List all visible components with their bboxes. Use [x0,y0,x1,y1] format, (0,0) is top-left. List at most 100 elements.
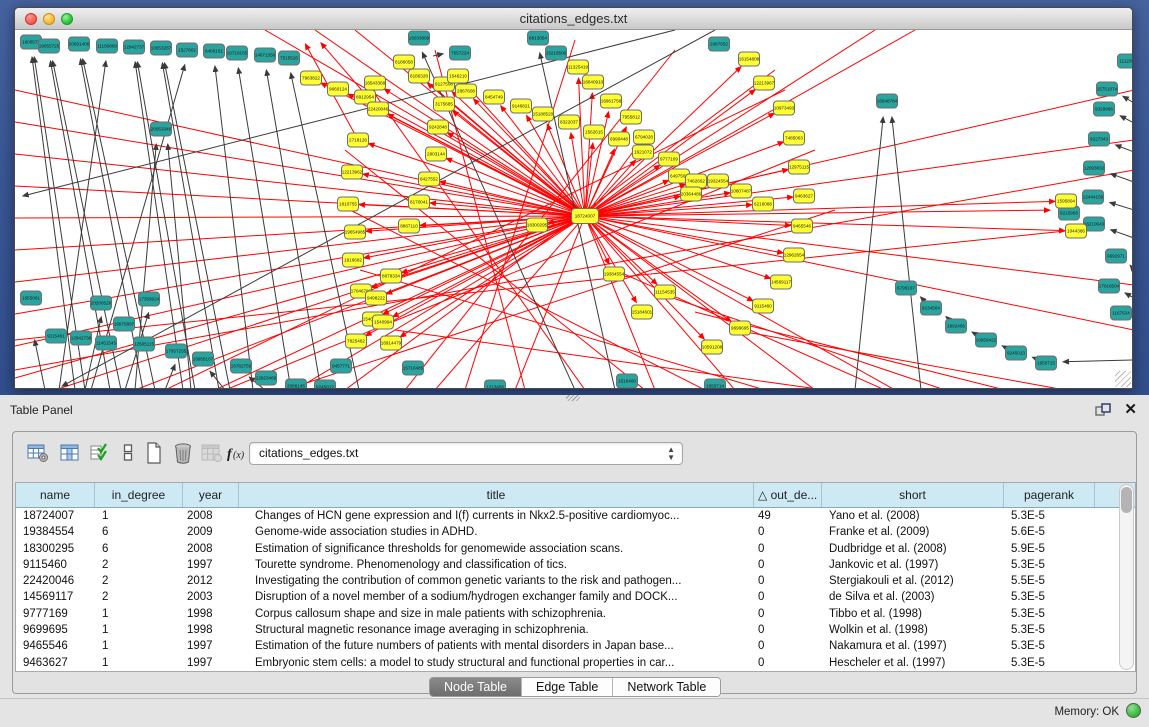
graph-node[interactable]: 1595804 [1056,194,1077,208]
graph-node[interactable]: 20364486 [681,187,702,201]
graph-node[interactable]: 17016504 [1099,279,1120,293]
graph-node[interactable]: 1655061 [21,291,42,305]
table-row[interactable]: 911546021997Tourette syndrome. Phenomeno… [16,557,1135,573]
graph-node[interactable]: 12923468 [256,371,277,385]
delete-trash-button[interactable] [170,440,196,466]
new-document-button[interactable] [141,440,167,466]
table-row[interactable]: 969969511998Structural magnetic resonanc… [16,622,1135,638]
graph-node[interactable]: 9457771 [331,359,352,373]
graph-node[interactable]: 9146821 [511,99,532,113]
graph-node[interactable]: 1546210 [448,69,469,83]
graph-node[interactable]: 12942738 [71,331,92,345]
graph-node[interactable]: 1518460 [617,374,638,388]
graph-node[interactable]: 7963822 [301,71,322,85]
graph-node[interactable]: 15188520 [533,107,554,121]
graph-node[interactable]: 9498222 [366,291,387,305]
graph-node[interactable]: 9245012 [315,380,336,388]
graph-node[interactable]: 10719155 [227,46,248,60]
table-selector-dropdown[interactable]: citations_edges.txt ▲▼ [249,442,683,465]
window-resize-grip[interactable] [1115,371,1131,387]
graph-node[interactable]: 8186058 [394,55,415,69]
graph-node[interactable]: 7955812 [621,110,642,124]
graph-node[interactable]: 9115461 [46,329,67,343]
graph-node[interactable]: 16782759 [231,359,252,373]
graph-node[interactable]: 1540994 [373,315,394,329]
float-panel-icon[interactable] [1095,403,1111,417]
table-settings-button[interactable] [25,440,51,466]
graph-node[interactable]: 9660124 [328,82,349,96]
graph-node[interactable]: 1650715 [1036,356,1057,370]
graph-node[interactable]: 17359924 [139,292,160,306]
graph-node[interactable]: 9465546 [792,219,813,233]
tab-edge-table[interactable]: Edge Table [522,678,613,696]
graph-node[interactable]: 12444159 [1083,190,1104,204]
graph-node[interactable]: 19975887 [114,317,135,331]
graph-node[interactable]: 1621072 [633,145,654,159]
graph-node[interactable]: 18300295 [527,218,548,232]
graph-node[interactable]: 6216088 [753,197,774,211]
graph-node[interactable]: 9777169 [659,152,680,166]
graph-node[interactable]: 7462662 [686,174,707,188]
graph-node[interactable]: 6466161 [204,44,225,58]
graph-node[interactable]: 16958107 [193,352,214,366]
graph-node[interactable]: 19324554 [708,174,729,188]
graph-node[interactable]: 16154808 [739,52,760,66]
graph-node[interactable]: 2718126 [348,133,369,147]
graph-node[interactable]: 12213962 [342,165,363,179]
column-header-name[interactable]: name [16,483,95,507]
graph-node[interactable]: 15751074 [1097,82,1118,96]
column-header-title[interactable]: title [239,483,754,507]
panel-splitter-handle[interactable] [566,395,580,401]
graph-node[interactable]: 1167534 [1111,306,1132,320]
graph-node[interactable]: 15184601 [632,305,653,319]
graph-node[interactable]: 10591208 [702,340,723,354]
graph-node[interactable]: 20206526 [91,296,112,310]
graph-node[interactable]: 2087652 [709,37,730,51]
graph-node[interactable]: 20053346 [151,122,172,136]
graph-node[interactable]: 1916682 [343,253,364,267]
graph-node[interactable]: 9242848 [428,120,449,134]
graph-node[interactable]: 7515526 [279,51,300,65]
graph-node[interactable]: 9463627 [794,189,815,203]
graph-node[interactable]: 9245013 [1006,346,1027,360]
graph-node[interactable]: 11156809 [97,39,118,53]
network-view-window[interactable]: citations_edges.txt 19055721905572520691… [14,7,1133,389]
table-row[interactable]: 1830029562008Estimation of significance … [16,541,1135,557]
graph-node[interactable]: 6990448 [609,132,630,146]
graph-node[interactable]: 1650714 [705,379,726,388]
graph-node[interactable]: 9329966 [1094,102,1115,116]
table-row[interactable]: 1938455462009Genome-wide association stu… [16,524,1135,540]
graph-node[interactable]: 12942737 [124,40,145,54]
graph-node[interactable]: 1213456 [485,380,506,388]
graph-node[interactable]: 12093832 [1084,161,1105,175]
graph-node[interactable]: 10973493 [774,101,795,115]
window-titlebar[interactable]: citations_edges.txt [15,8,1132,30]
table-row[interactable]: 977716911998Corpus callosum shape and si… [16,606,1135,622]
graph-node[interactable]: 8170041 [409,195,430,209]
column-header-pagerank[interactable]: pagerank [1004,483,1095,507]
graph-node[interactable]: 11325419 [568,60,589,74]
graph-node[interactable]: 9134564 [921,301,942,315]
graph-node[interactable]: 9692971 [1106,249,1127,263]
graph-node[interactable]: 8427552 [419,172,440,186]
graph-node[interactable]: 7557224 [450,46,471,60]
graph-node[interactable]: 2867608 [456,84,477,98]
graph-node[interactable]: 2803144 [426,147,447,161]
graph-node[interactable]: 12213967 [754,76,775,90]
graph-node[interactable]: 16543368 [365,76,386,90]
function-fx-button[interactable]: f (x) [225,440,251,466]
network-canvas[interactable]: 1905572190557252069140611156809129427371… [15,30,1132,388]
graph-node[interactable]: 16033809 [409,31,430,45]
close-panel-icon[interactable]: ✕ [1124,400,1137,418]
graph-node[interactable]: 19055725 [39,39,60,53]
graph-node[interactable]: 19654985 [345,225,366,239]
select-all-check-button[interactable] [87,440,113,466]
graph-node[interactable]: 8186328 [409,69,430,83]
tab-network-table[interactable]: Network Table [613,678,720,696]
graph-node[interactable]: 11154535 [655,285,676,299]
graph-node[interactable]: 1892456 [946,319,967,333]
graph-node[interactable]: 8322037 [559,115,580,129]
graph-node[interactable]: 8878334 [381,269,402,283]
graph-node[interactable]: 12975115 [789,160,810,174]
graph-node[interactable]: 14569117 [771,275,792,289]
